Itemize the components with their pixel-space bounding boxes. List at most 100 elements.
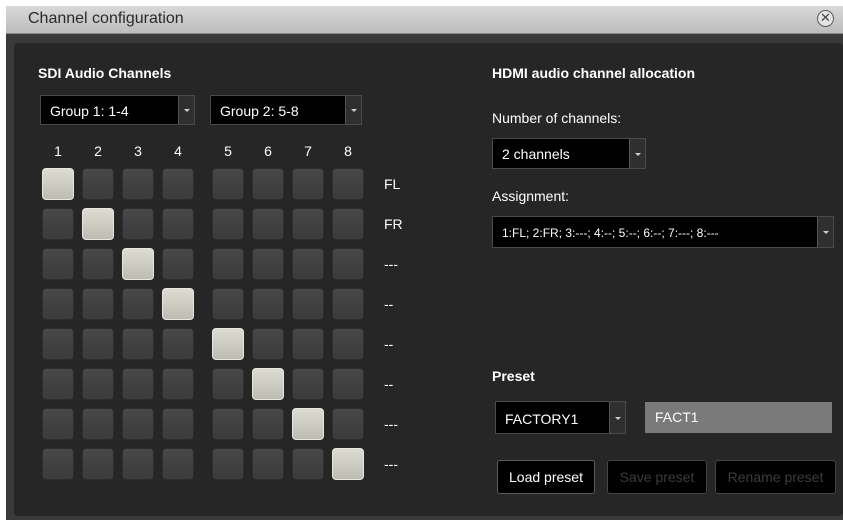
matrix-cell[interactable] — [82, 168, 114, 200]
matrix-cell[interactable] — [332, 248, 364, 280]
matrix-cell[interactable] — [82, 208, 114, 240]
load-preset-button[interactable]: Load preset — [497, 460, 595, 494]
matrix-cell[interactable] — [122, 448, 154, 480]
matrix-cell[interactable] — [212, 208, 244, 240]
column-number: 6 — [264, 143, 272, 159]
matrix-cell[interactable] — [212, 448, 244, 480]
row-label: --- — [384, 416, 398, 432]
row-label: -- — [384, 296, 394, 312]
matrix-cell[interactable] — [162, 248, 194, 280]
assignment-select[interactable]: 1:FL; 2:FR; 3:---; 4:--; 5:--; 6:--; 7:-… — [492, 216, 834, 248]
matrix-cell[interactable] — [42, 448, 74, 480]
matrix-cell[interactable] — [42, 328, 74, 360]
matrix-cell[interactable] — [42, 248, 74, 280]
matrix-cell[interactable] — [332, 328, 364, 360]
title-bar: Channel configuration ✕ — [6, 6, 843, 34]
chevron-down-icon — [345, 96, 361, 124]
matrix-cell[interactable] — [162, 288, 194, 320]
matrix-cell[interactable] — [162, 168, 194, 200]
chevron-down-icon — [178, 96, 194, 124]
matrix-cell[interactable] — [292, 248, 324, 280]
matrix-cell[interactable] — [292, 448, 324, 480]
matrix-cell[interactable] — [212, 248, 244, 280]
matrix-cell[interactable] — [122, 368, 154, 400]
group1-select[interactable]: Group 1: 1-4 — [40, 95, 195, 125]
matrix-cell[interactable] — [122, 408, 154, 440]
matrix-cell[interactable] — [82, 328, 114, 360]
matrix-cell[interactable] — [292, 368, 324, 400]
row-label: FR — [384, 216, 403, 232]
row-label: --- — [384, 456, 398, 472]
matrix-cell[interactable] — [162, 448, 194, 480]
matrix-cell[interactable] — [212, 328, 244, 360]
matrix-cell[interactable] — [252, 208, 284, 240]
matrix-cell[interactable] — [82, 288, 114, 320]
channel-configuration-window: Channel configuration ✕ SDI Audio Channe… — [6, 6, 843, 520]
matrix-cell[interactable] — [332, 368, 364, 400]
assignment-value: 1:FL; 2:FR; 3:---; 4:--; 5:--; 6:--; 7:-… — [502, 226, 719, 240]
matrix-cell[interactable] — [162, 368, 194, 400]
matrix-cell[interactable] — [332, 168, 364, 200]
chevron-down-icon — [817, 217, 833, 247]
save-preset-button[interactable]: Save preset — [607, 460, 707, 494]
num-channels-select[interactable]: 2 channels — [492, 138, 646, 169]
matrix-cell[interactable] — [122, 288, 154, 320]
matrix-cell[interactable] — [42, 288, 74, 320]
matrix-cell[interactable] — [252, 368, 284, 400]
matrix-cell[interactable] — [292, 208, 324, 240]
matrix-cell[interactable] — [292, 168, 324, 200]
matrix-cell[interactable] — [162, 208, 194, 240]
matrix-cell[interactable] — [212, 408, 244, 440]
matrix-cell[interactable] — [292, 408, 324, 440]
column-number: 5 — [224, 143, 232, 159]
matrix-cell[interactable] — [332, 208, 364, 240]
matrix-cell[interactable] — [332, 448, 364, 480]
matrix-cell[interactable] — [332, 288, 364, 320]
main-panel: SDI Audio Channels Group 1: 1-4 Group 2:… — [14, 43, 843, 516]
sdi-heading: SDI Audio Channels — [38, 65, 172, 81]
matrix-cell[interactable] — [332, 408, 364, 440]
matrix-cell[interactable] — [212, 288, 244, 320]
matrix-cell[interactable] — [252, 168, 284, 200]
close-icon[interactable]: ✕ — [817, 10, 834, 27]
matrix-cell[interactable] — [42, 408, 74, 440]
matrix-cell[interactable] — [162, 408, 194, 440]
group2-select[interactable]: Group 2: 5-8 — [210, 95, 362, 125]
preset-heading: Preset — [492, 368, 535, 384]
matrix-cell[interactable] — [122, 208, 154, 240]
row-label: -- — [384, 376, 394, 392]
matrix-cell[interactable] — [82, 448, 114, 480]
matrix-cell[interactable] — [162, 328, 194, 360]
matrix-cell[interactable] — [252, 288, 284, 320]
matrix-cell[interactable] — [292, 288, 324, 320]
matrix-cell[interactable] — [252, 408, 284, 440]
matrix-cell[interactable] — [82, 408, 114, 440]
matrix-cell[interactable] — [252, 248, 284, 280]
matrix-cell[interactable] — [42, 368, 74, 400]
matrix-cell[interactable] — [82, 368, 114, 400]
row-label: FL — [384, 176, 401, 192]
matrix-cell[interactable] — [292, 328, 324, 360]
preset-select[interactable]: FACTORY1 — [495, 401, 626, 434]
window-title: Channel configuration — [28, 10, 184, 27]
matrix-cell[interactable] — [42, 208, 74, 240]
row-label: -- — [384, 336, 394, 352]
assignment-label: Assignment: — [492, 188, 570, 204]
matrix-cell[interactable] — [122, 168, 154, 200]
preset-name-field[interactable]: FACT1 — [645, 402, 832, 433]
matrix-cell[interactable] — [42, 168, 74, 200]
hdmi-heading: HDMI audio channel allocation — [492, 65, 696, 81]
column-number: 1 — [54, 143, 62, 159]
matrix-cell[interactable] — [212, 168, 244, 200]
matrix-cell[interactable] — [252, 328, 284, 360]
column-number: 2 — [94, 143, 102, 159]
chevron-down-icon — [609, 402, 625, 433]
rename-preset-button[interactable]: Rename preset — [715, 460, 836, 494]
matrix-cell[interactable] — [212, 368, 244, 400]
matrix-cell[interactable] — [122, 328, 154, 360]
matrix-cell[interactable] — [252, 448, 284, 480]
row-label: --- — [384, 256, 398, 272]
matrix-cell[interactable] — [122, 248, 154, 280]
matrix-cell[interactable] — [82, 248, 114, 280]
num-channels-value: 2 channels — [502, 146, 570, 162]
